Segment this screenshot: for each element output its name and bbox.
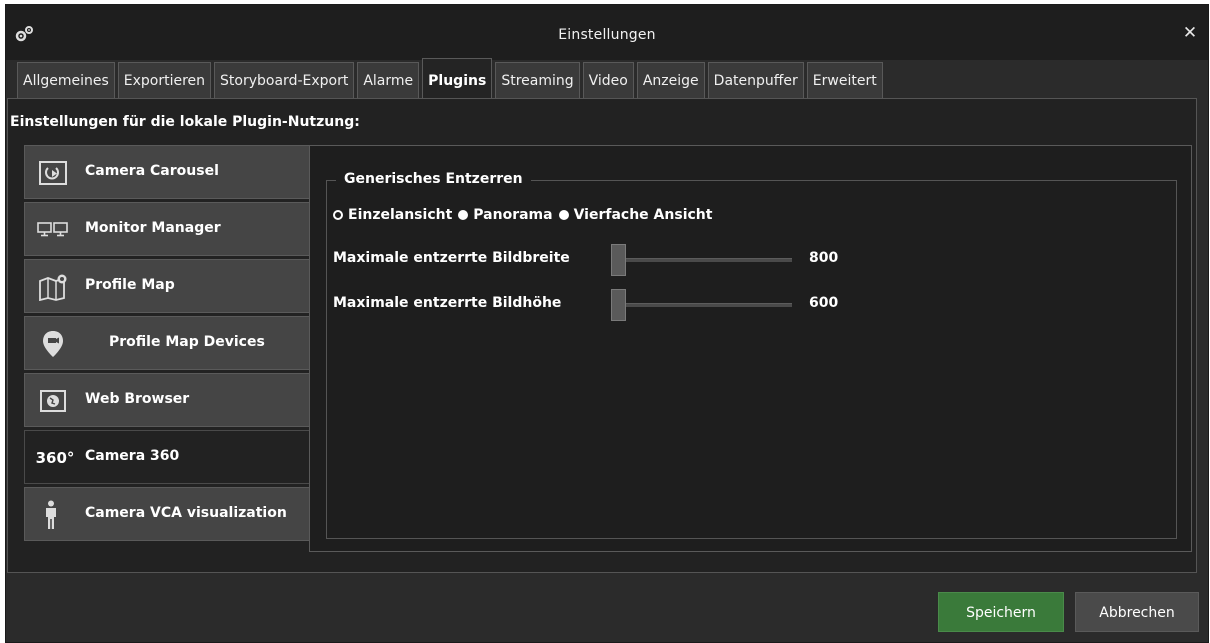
max-width-slider-track[interactable] xyxy=(616,258,792,262)
tab-plugins[interactable]: Plugins xyxy=(422,58,493,99)
max-height-label: Maximale entzerrte Bildhöhe xyxy=(333,295,562,311)
cancel-button[interactable]: Abbrechen xyxy=(1075,592,1199,632)
plugin-label: Monitor Manager xyxy=(85,220,221,236)
max-height-slider-track[interactable] xyxy=(616,303,792,307)
tab-storyboard-export[interactable]: Storyboard-Export xyxy=(214,62,355,98)
radio-panorama[interactable]: Panorama xyxy=(458,207,553,223)
web-browser-icon xyxy=(37,387,69,415)
plugin-label: Camera VCA visualization xyxy=(85,505,287,521)
close-icon[interactable]: ✕ xyxy=(1180,23,1200,43)
tab-allgemeines[interactable]: Allgemeines xyxy=(17,62,115,98)
title-bar: Einstellungen ✕ xyxy=(6,5,1208,60)
plugin-item-profile-map-devices[interactable]: Profile Map Devices xyxy=(24,316,311,370)
monitor-manager-icon xyxy=(37,216,69,244)
tab-video[interactable]: Video xyxy=(582,62,634,98)
plugin-label: Web Browser xyxy=(85,391,190,407)
plugin-label: Profile Map Devices xyxy=(109,334,265,350)
plugin-label: Camera Carousel xyxy=(85,163,219,179)
dewarp-group-title: Generisches Entzerren xyxy=(336,171,531,187)
tab-erweitert[interactable]: Erweitert xyxy=(806,62,883,98)
radio-label: Vierfache Ansicht xyxy=(573,207,713,223)
tab-anzeige[interactable]: Anzeige xyxy=(636,62,705,98)
plugin-item-profile-map[interactable]: Profile Map xyxy=(24,259,311,313)
plugin-item-camera-360[interactable]: 360° Camera 360 xyxy=(24,430,314,484)
radio-circle-icon xyxy=(458,210,469,220)
settings-tabs: Allgemeines Exportieren Storyboard-Expor… xyxy=(17,58,886,99)
map-pin-icon xyxy=(37,330,69,358)
tab-streaming[interactable]: Streaming xyxy=(495,62,580,98)
radio-vierfache-ansicht[interactable]: Vierfache Ansicht xyxy=(558,207,713,223)
radio-label: Einzelansicht xyxy=(348,207,453,223)
plugins-section-header: Einstellungen für die lokale Plugin-Nutz… xyxy=(10,114,360,130)
profile-map-icon xyxy=(37,273,69,301)
tab-datenpuffer[interactable]: Datenpuffer xyxy=(707,62,804,98)
person-icon xyxy=(39,500,63,529)
window-title: Einstellungen xyxy=(558,27,656,43)
plugin-label: Camera 360 xyxy=(85,448,180,464)
max-height-value: 600 xyxy=(809,295,839,311)
tab-alarme[interactable]: Alarme xyxy=(357,62,420,98)
plugin-item-web-browser[interactable]: Web Browser xyxy=(24,373,311,427)
camera-360-icon: 360° xyxy=(33,444,77,472)
plugin-list: Camera Carousel Monitor Manager Profile … xyxy=(24,145,314,544)
dewarp-group-box xyxy=(326,180,1177,539)
max-width-value: 800 xyxy=(809,250,839,266)
tab-exportieren[interactable]: Exportieren xyxy=(117,62,212,98)
radio-label: Panorama xyxy=(473,207,553,223)
save-button[interactable]: Speichern xyxy=(938,592,1064,632)
max-width-slider-thumb[interactable] xyxy=(611,244,626,276)
plugin-item-camera-vca[interactable]: Camera VCA visualization xyxy=(24,487,311,541)
camera-360-icon-text: 360° xyxy=(35,449,75,467)
max-height-slider-thumb[interactable] xyxy=(611,289,626,321)
radio-einzelansicht[interactable]: Einzelansicht xyxy=(333,207,452,223)
dewarp-mode-radio-group: Einzelansicht Panorama Vierfache Ansicht xyxy=(333,207,718,223)
radio-circle-icon xyxy=(558,210,569,220)
camera-carousel-icon xyxy=(37,159,69,187)
max-width-label: Maximale entzerrte Bildbreite xyxy=(333,250,570,266)
plugin-label: Profile Map xyxy=(85,277,175,293)
radio-circle-icon xyxy=(333,210,343,220)
plugin-item-camera-carousel[interactable]: Camera Carousel xyxy=(24,145,311,199)
plugin-item-monitor-manager[interactable]: Monitor Manager xyxy=(24,202,311,256)
